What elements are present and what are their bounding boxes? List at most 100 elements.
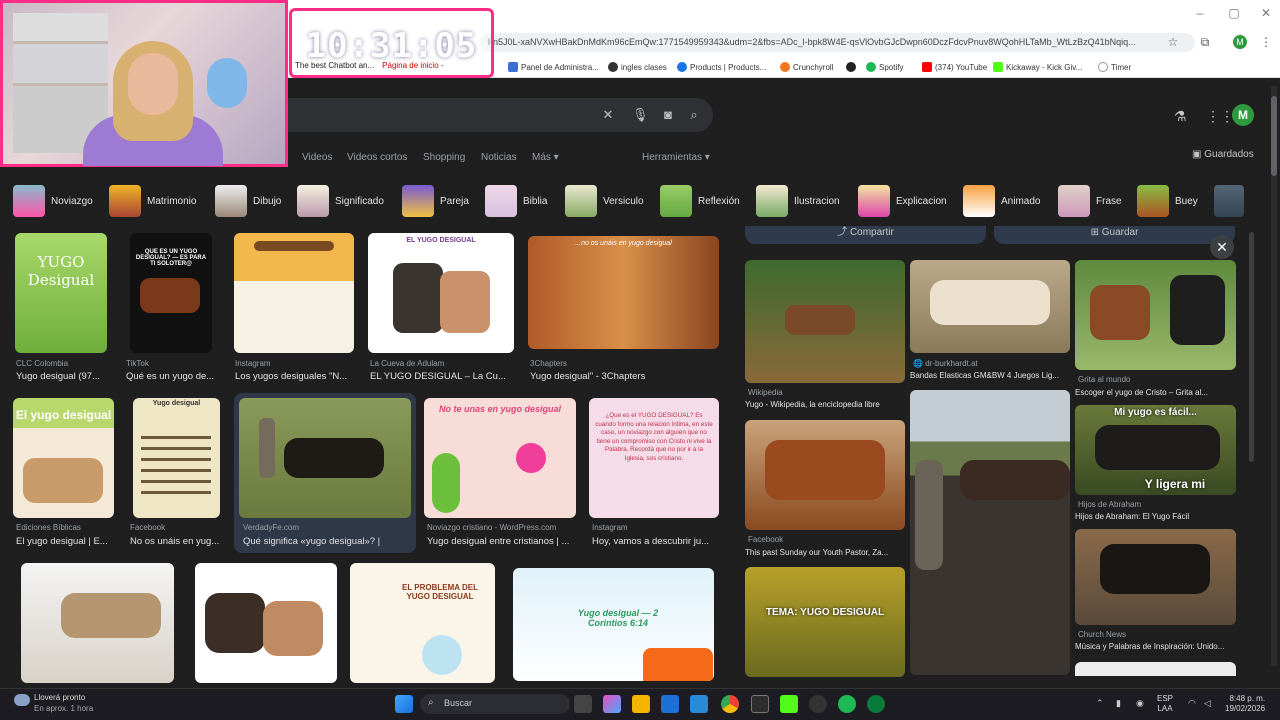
result-title[interactable]: Qué significa «yugo desigual»? | xyxy=(243,536,408,547)
kick-icon[interactable] xyxy=(780,695,798,713)
chip-more[interactable] xyxy=(1214,185,1244,217)
related-title[interactable]: Música y Palabras de Inspiración: Unido.… xyxy=(1075,642,1235,651)
clock[interactable]: 8:48 p. m. 19/02/2026 xyxy=(1225,694,1265,714)
github-icon[interactable] xyxy=(846,60,856,74)
bookmark-item[interactable]: Spotify xyxy=(866,60,903,74)
tab-short-videos[interactable]: Videos cortos xyxy=(347,152,407,163)
bookmark-item[interactable]: (374) YouTube xyxy=(922,60,987,74)
chip-significado[interactable]: Significado xyxy=(297,185,384,217)
copilot-icon[interactable] xyxy=(603,695,621,713)
result-image[interactable]: YUGO Desigual xyxy=(15,233,107,353)
bookmark-item[interactable]: ingles clases xyxy=(608,60,667,74)
result-image[interactable]: No te unas en yugo desigual xyxy=(424,398,576,518)
minimize-icon[interactable]: – xyxy=(1192,6,1208,20)
bookmark-item[interactable]: Timer xyxy=(1098,60,1131,74)
spotify-icon[interactable] xyxy=(838,695,856,713)
chip-buey[interactable]: Buey xyxy=(1137,185,1198,217)
address-bar[interactable]: l-n5J0L-xaNVXwHBakDnMdKm96cEmQw:17715499… xyxy=(480,33,1195,52)
browser-menu-icon[interactable]: ⋮ xyxy=(1258,34,1274,50)
chrome-icon[interactable] xyxy=(721,695,739,713)
taskbar-search[interactable]: Buscar xyxy=(420,694,570,714)
related-image[interactable] xyxy=(745,420,905,530)
chip-animado[interactable]: Animado xyxy=(963,185,1040,217)
webcam-tray-icon[interactable]: ◉ xyxy=(1136,698,1144,709)
share-button[interactable]: ⤴ Compartir xyxy=(745,226,986,244)
chip-pareja[interactable]: Pareja xyxy=(402,185,469,217)
browser-profile-avatar[interactable]: M xyxy=(1233,35,1247,49)
chevron-up-icon[interactable]: ⌃ xyxy=(1096,698,1104,709)
result-image[interactable] xyxy=(21,563,174,683)
result-title[interactable]: Qué es un yugo de... xyxy=(126,371,216,382)
related-title[interactable]: Hijos de Abraham: El Yugo Fácil xyxy=(1075,512,1235,521)
bookmark-item[interactable]: Kickaway - Kick Giv... xyxy=(993,60,1082,74)
store-icon[interactable] xyxy=(690,695,708,713)
close-icon[interactable]: ✕ xyxy=(1210,235,1234,259)
xbox-icon[interactable] xyxy=(867,695,885,713)
related-image[interactable] xyxy=(910,390,1070,675)
maximize-icon[interactable]: ▢ xyxy=(1226,6,1242,20)
clear-icon[interactable]: ✕ xyxy=(600,107,616,123)
result-image[interactable]: EL YUGO DESIGUAL xyxy=(368,233,514,353)
task-view-icon[interactable] xyxy=(574,695,592,713)
google-avatar[interactable]: M xyxy=(1232,104,1254,126)
wifi-icon[interactable]: ◠ xyxy=(1188,698,1196,709)
related-image[interactable] xyxy=(1075,662,1236,676)
result-image[interactable]: ...no os unáis en yugo desigual xyxy=(528,236,719,349)
result-title[interactable]: EL YUGO DESIGUAL – La Cu... xyxy=(370,371,515,382)
tab-news[interactable]: Noticias xyxy=(481,152,517,163)
bookmark-star-icon[interactable]: ☆ xyxy=(1165,34,1181,50)
result-title[interactable]: Yugo desigual (97... xyxy=(16,371,106,382)
result-image[interactable]: EL PROBLEMA DEL YUGO DESIGUAL xyxy=(350,563,495,683)
chip-frase[interactable]: Frase xyxy=(1058,185,1122,217)
chip-matrimonio[interactable]: Matrimonio xyxy=(109,185,196,217)
result-image[interactable] xyxy=(239,398,411,518)
result-title[interactable]: Yugo desigual entre cristianos | ... xyxy=(427,536,577,547)
outlook-icon[interactable] xyxy=(661,695,679,713)
result-image[interactable]: QUE ES UN YUGO DESIGUAL? — ES PARA TI SO… xyxy=(130,233,212,353)
result-title[interactable]: Hoy, vamos a descubrir ju... xyxy=(592,536,720,547)
chip-noviazgo[interactable]: Noviazgo xyxy=(13,185,93,217)
obs-icon[interactable] xyxy=(751,695,769,713)
microphone-icon[interactable]: 🎙 xyxy=(632,107,649,123)
result-image[interactable]: Yugo desigual xyxy=(133,398,220,518)
result-title[interactable]: Los yugos desiguales "N... xyxy=(235,371,355,382)
tab-more[interactable]: Más ▾ xyxy=(532,152,559,163)
related-image[interactable]: Mi yugo es fácil... Y ligera mi xyxy=(1075,405,1236,495)
bookmark-item[interactable]: Products | Products... xyxy=(677,60,766,74)
usb-icon[interactable]: ▮ xyxy=(1116,698,1121,709)
saved-button[interactable]: ▣ Guardados xyxy=(1192,149,1254,160)
extensions-icon[interactable]: ⧉ xyxy=(1197,34,1213,50)
file-explorer-icon[interactable] xyxy=(632,695,650,713)
tools-button[interactable]: Herramientas ▾ xyxy=(642,152,710,163)
apps-grid-icon[interactable]: ⋮⋮ xyxy=(1206,108,1234,125)
lens-icon[interactable]: ◙ xyxy=(660,107,676,123)
tab-shopping[interactable]: Shopping xyxy=(423,152,465,163)
related-image[interactable] xyxy=(1075,529,1236,625)
close-window-icon[interactable]: ✕ xyxy=(1258,6,1274,20)
chip-biblia[interactable]: Biblia xyxy=(485,185,547,217)
result-image[interactable]: Yugo desigual — 2 Corintios 6:14 xyxy=(513,568,714,681)
result-title[interactable]: No os unáis en yug... xyxy=(130,536,225,547)
search-icon[interactable]: ⌕ xyxy=(686,107,702,123)
related-title[interactable]: Yugo - Wikipedia, la enciclopedia libre xyxy=(745,400,905,409)
result-image[interactable]: ¿Que es el YUGO DESIGUAL? Es cuando form… xyxy=(589,398,719,518)
github-icon[interactable] xyxy=(809,695,827,713)
chip-dibujo[interactable]: Dibujo xyxy=(215,185,281,217)
start-icon[interactable] xyxy=(395,695,413,713)
bookmark-item[interactable]: Panel de Administra... xyxy=(508,60,599,74)
result-image[interactable]: El yugo desigual xyxy=(13,398,114,518)
related-title[interactable]: This past Sunday our Youth Pastor, Za... xyxy=(745,548,905,557)
chip-reflexion[interactable]: Reflexión xyxy=(660,185,740,217)
chip-explicacion[interactable]: Explicacion xyxy=(858,185,947,217)
search-input[interactable] xyxy=(288,98,713,132)
volume-icon[interactable]: ◁ xyxy=(1204,698,1211,709)
language-indicator[interactable]: ESP LAA xyxy=(1157,694,1173,714)
related-title[interactable]: Bandas Elasticas GM&BW 4 Juegos Lig... xyxy=(910,371,1070,380)
bookmark-item[interactable]: Crunchyroll xyxy=(780,60,833,74)
chip-versiculo[interactable]: Versiculo xyxy=(565,185,644,217)
related-image[interactable]: TEMA: YUGO DESIGUAL xyxy=(745,567,905,677)
save-button[interactable]: ⊞ Guardar xyxy=(994,226,1235,244)
chip-ilustracion[interactable]: Ilustracion xyxy=(756,185,840,217)
related-title[interactable]: Escoger el yugo de Cristo – Grita al... xyxy=(1075,388,1235,397)
page-scrollbar[interactable] xyxy=(1271,86,1277,666)
